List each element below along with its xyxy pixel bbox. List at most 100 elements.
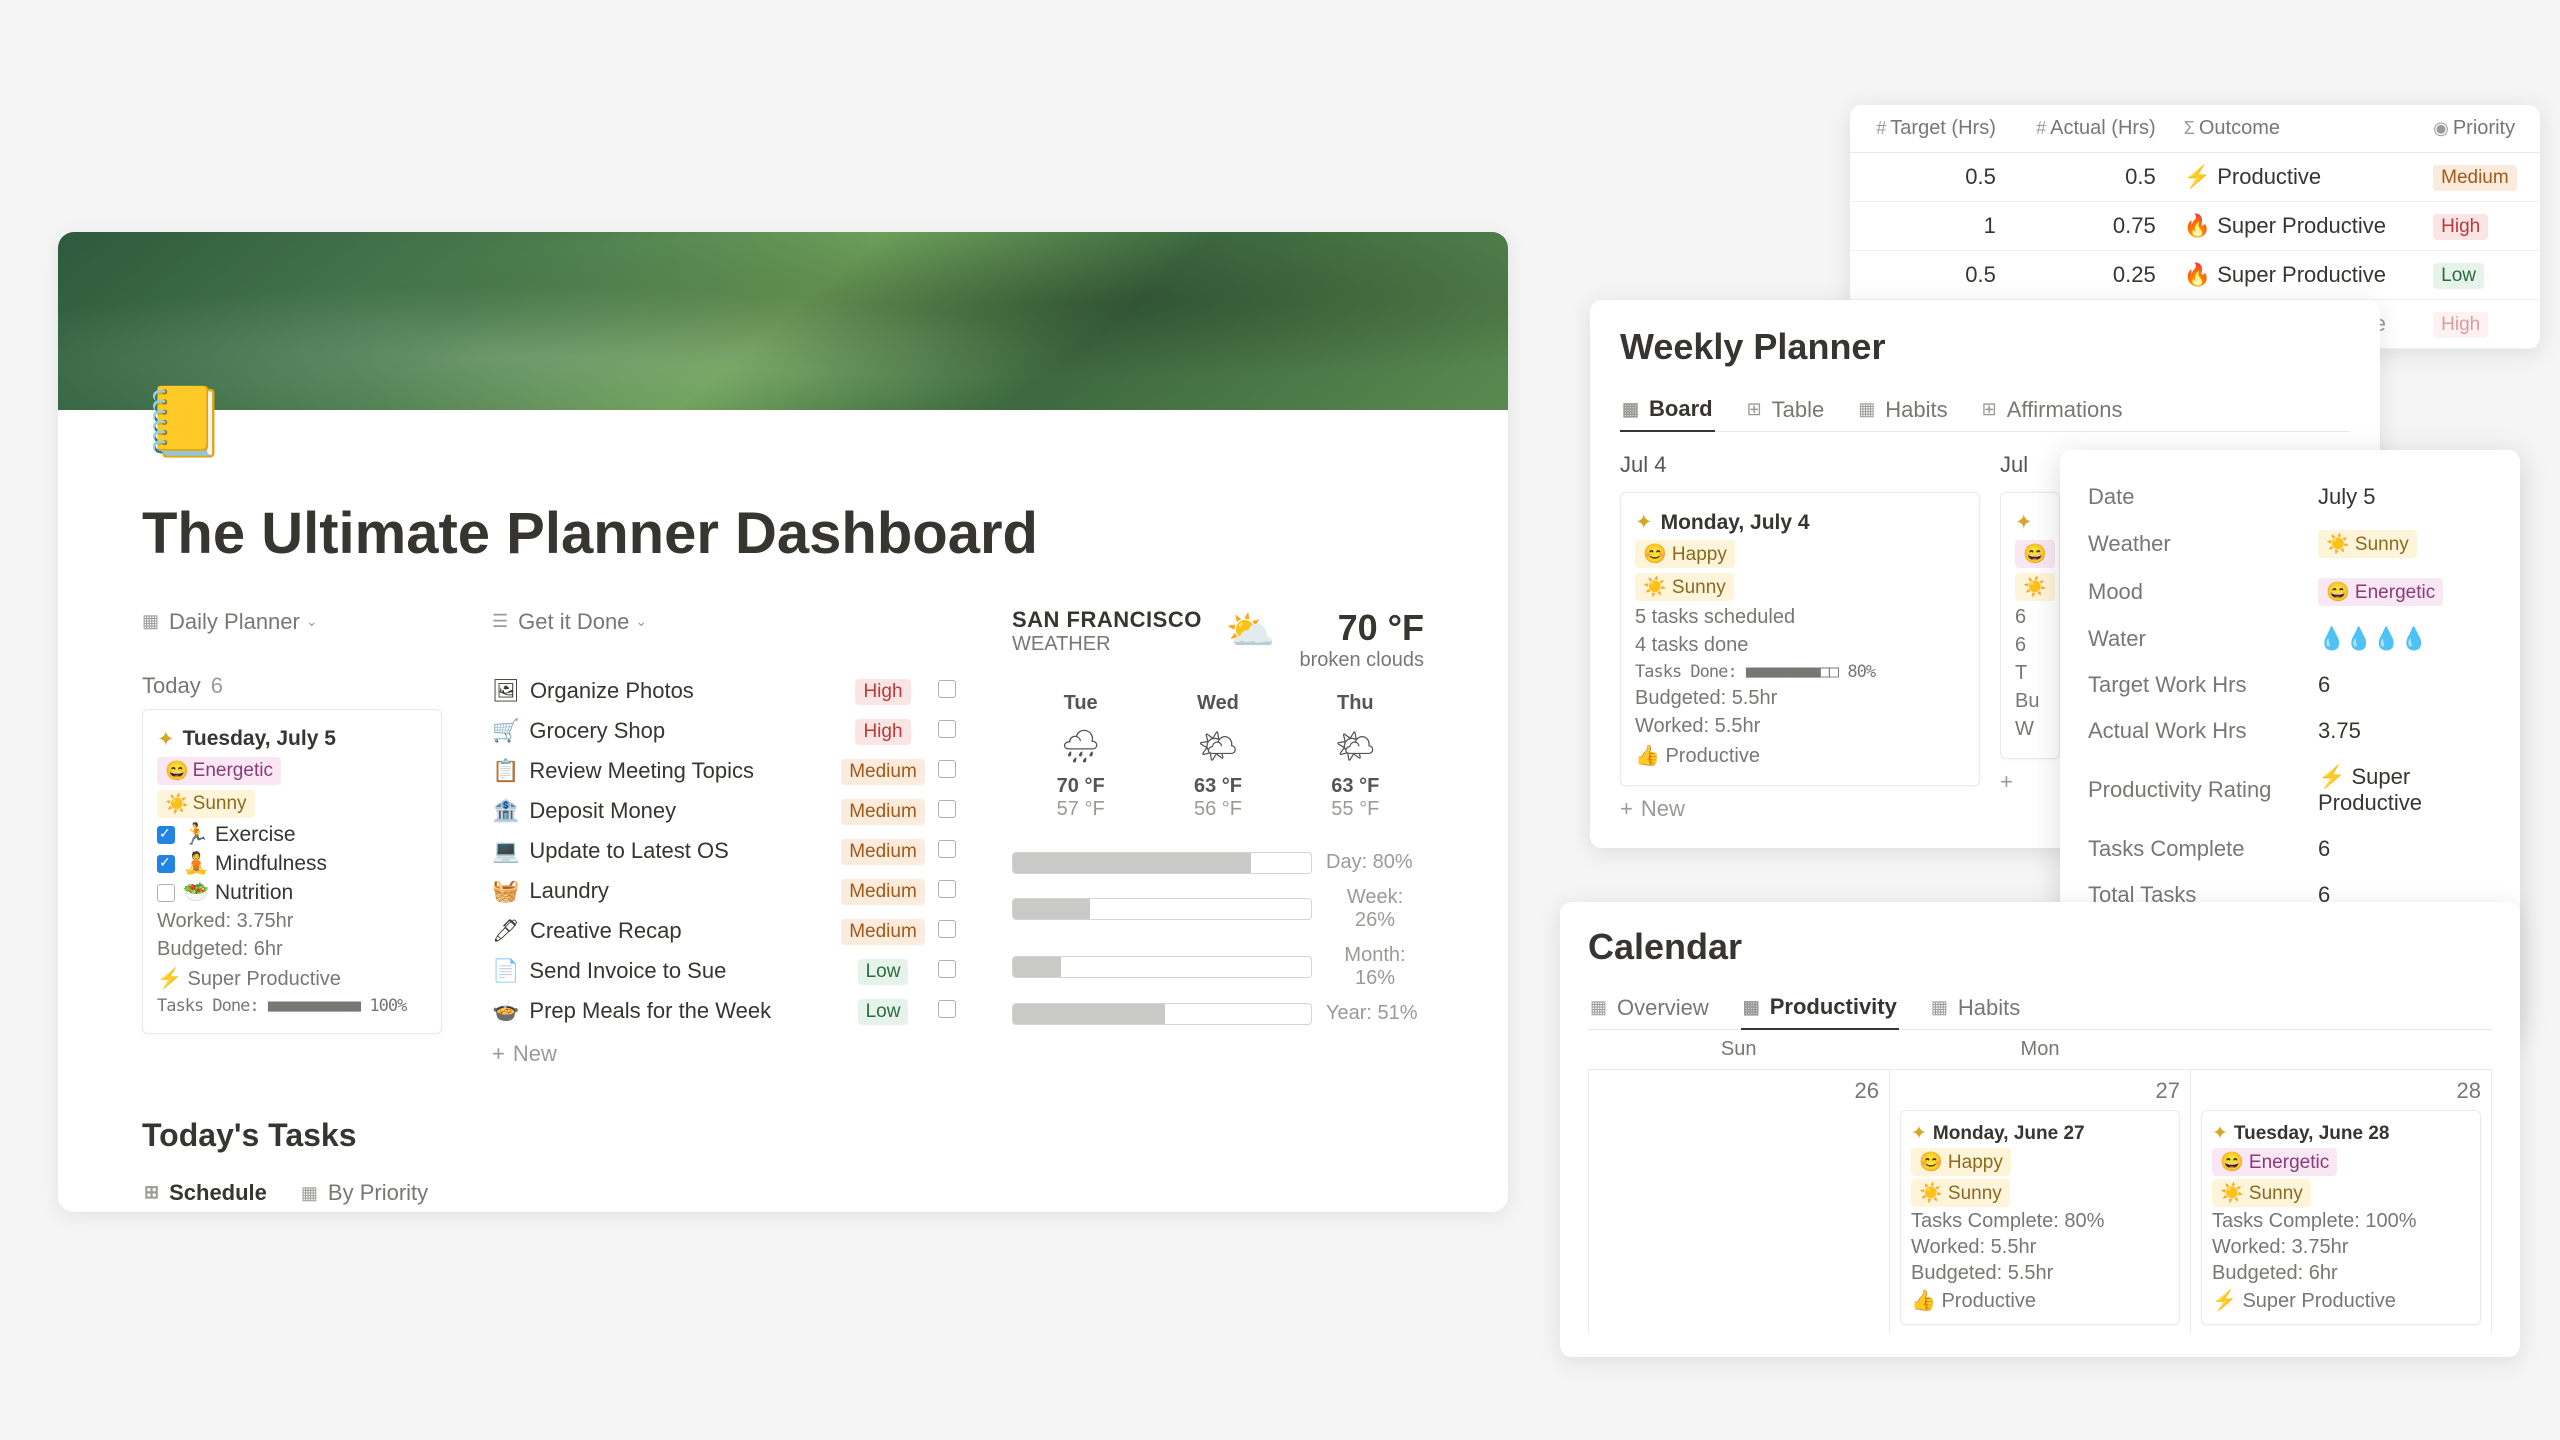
tab-overview[interactable]: ▦Overview xyxy=(1588,986,1711,1029)
table-icon: ⊞ xyxy=(144,1182,159,1203)
task-icon: 🖊 xyxy=(492,918,520,944)
priority-tag: Medium xyxy=(841,839,925,865)
forecast-day: Thu🌤63 °F55 °F xyxy=(1331,692,1379,821)
list-icon: ☰ xyxy=(492,611,508,632)
board-icon: ▦ xyxy=(1622,399,1639,420)
number-icon: # xyxy=(1876,118,1886,138)
task-checkbox[interactable] xyxy=(938,680,956,698)
table-row[interactable]: 0.50.25🔥 Super ProductiveLow xyxy=(1850,251,2540,300)
mood-tag: 😄 Energetic xyxy=(157,757,281,785)
task-checkbox[interactable] xyxy=(938,760,956,778)
task-checkbox[interactable] xyxy=(938,880,956,898)
calendar-icon: ▦ xyxy=(1590,997,1607,1018)
progress-row: Year: 51% xyxy=(1012,1002,1424,1025)
priority-tag: Medium xyxy=(841,759,925,785)
progress-row: Week: 26% xyxy=(1012,886,1424,932)
table-row[interactable]: 10.75🔥 Super ProductiveHigh xyxy=(1850,202,2540,251)
page-icon[interactable]: 📒 xyxy=(142,382,227,462)
number-icon: # xyxy=(2036,118,2046,138)
gallery-icon: ▦ xyxy=(142,611,159,632)
task-icon: 📋 xyxy=(492,758,519,784)
calendar-cell-tue[interactable]: 28 ✦Tuesday, June 28 😄 Energetic ☀️ Sunn… xyxy=(2191,1070,2492,1333)
calendar-icon: ▦ xyxy=(1743,997,1760,1018)
weekly-card-partial[interactable]: ✦ 😄 ☀️ 6 6 T Bu W xyxy=(2000,492,2060,759)
plus-icon: + xyxy=(492,1041,505,1067)
gid-row[interactable]: 🛒Grocery ShopHigh xyxy=(492,711,962,751)
tab-priority[interactable]: ▦By Priority xyxy=(299,1172,430,1213)
gid-row[interactable]: 💻Update to Latest OSMedium xyxy=(492,831,962,871)
spark-icon: ✦ xyxy=(2212,1122,2228,1145)
priority-tag: High xyxy=(855,679,910,705)
tab-productivity[interactable]: ▦Productivity xyxy=(1741,986,1899,1030)
calendar-cell-sun[interactable]: 26 xyxy=(1588,1070,1890,1333)
gid-row[interactable]: 🧺LaundryMedium xyxy=(492,871,962,911)
select-icon: ◉ xyxy=(2433,118,2449,138)
new-weekly-button[interactable]: +New xyxy=(1620,786,1980,822)
task-checkbox[interactable] xyxy=(938,840,956,858)
weather-widget: SAN FRANCISCO WEATHER ⛅ 70 °F broken clo… xyxy=(1012,607,1424,1067)
weather-tag: ☀️ Sunny xyxy=(157,790,255,818)
tab-schedule[interactable]: ⊞Schedule xyxy=(142,1172,269,1213)
tab-affirmations[interactable]: ⊞Affirmations xyxy=(1980,388,2125,431)
tab-habits[interactable]: ▦Habits xyxy=(1856,388,1949,431)
weekly-card-jul4[interactable]: ✦Monday, July 4 😊 Happy ☀️ Sunny 5 tasks… xyxy=(1620,492,1980,786)
weather-icon: ⛅ xyxy=(1226,607,1276,654)
task-icon: 📄 xyxy=(492,958,519,984)
calendar-icon: ▦ xyxy=(1931,997,1948,1018)
task-checkbox[interactable] xyxy=(938,800,956,818)
habit-nutrition-checkbox[interactable] xyxy=(157,884,175,902)
daily-card[interactable]: ✦Tuesday, July 5 😄 Energetic ☀️ Sunny 🏃 … xyxy=(142,709,442,1034)
page-title: The Ultimate Planner Dashboard xyxy=(142,500,1508,567)
calendar-entry-mon[interactable]: ✦Monday, June 27 😊 Happy ☀️ Sunny Tasks … xyxy=(1900,1110,2180,1325)
progress-row: Day: 80% xyxy=(1012,851,1424,874)
table-icon: ⊞ xyxy=(1982,399,1997,420)
gid-row[interactable]: 📋Review Meeting TopicsMedium xyxy=(492,751,962,791)
priority-tag: Medium xyxy=(841,879,925,905)
chevron-down-icon: ⌄ xyxy=(306,613,318,630)
formula-icon: Σ xyxy=(2184,118,2195,138)
new-weekly-button-2[interactable]: + xyxy=(2000,759,2060,795)
gid-row[interactable]: 🏦Deposit MoneyMedium xyxy=(492,791,962,831)
priority-tag: Medium xyxy=(841,919,925,945)
forecast-day: Wed🌤63 °F56 °F xyxy=(1194,692,1242,821)
task-checkbox[interactable] xyxy=(938,1000,956,1018)
task-icon: 🧺 xyxy=(492,878,519,904)
task-checkbox[interactable] xyxy=(938,720,956,738)
task-icon: 🛒 xyxy=(492,718,519,744)
priority-tag: Low xyxy=(858,999,909,1025)
gid-row[interactable]: 🖼Organize PhotosHigh xyxy=(492,671,962,711)
gallery-icon: ▦ xyxy=(1858,399,1875,420)
priority-tag: Low xyxy=(858,959,909,985)
calendar-card: Calendar ▦Overview ▦Productivity ▦Habits… xyxy=(1560,902,2520,1357)
today-group: Today 6 xyxy=(142,673,442,699)
tab-cal-habits[interactable]: ▦Habits xyxy=(1929,986,2022,1029)
habit-mindfulness-checkbox[interactable] xyxy=(157,855,175,873)
cover-image xyxy=(58,232,1508,410)
task-checkbox[interactable] xyxy=(938,920,956,938)
tasks-tabs: ⊞Schedule ▦By Priority xyxy=(142,1172,1424,1213)
table-icon: ⊞ xyxy=(1747,399,1762,420)
get-it-done-view[interactable]: ☰ Get it Done ⌄ xyxy=(492,609,647,635)
habit-exercise-checkbox[interactable] xyxy=(157,826,175,844)
tab-board[interactable]: ▦Board xyxy=(1620,388,1715,432)
daily-planner-view[interactable]: ▦ Daily Planner ⌄ xyxy=(142,609,318,635)
spark-icon: ✦ xyxy=(1911,1122,1927,1145)
tab-table[interactable]: ⊞Table xyxy=(1745,388,1827,431)
spark-icon: ✦ xyxy=(2015,510,2033,535)
table-row[interactable]: 0.50.5⚡ ProductiveMedium xyxy=(1850,153,2540,202)
spark-icon: ✦ xyxy=(157,727,175,752)
calendar-entry-tue[interactable]: ✦Tuesday, June 28 😄 Energetic ☀️ Sunny T… xyxy=(2201,1110,2481,1325)
gid-row[interactable]: 🖊Creative RecapMedium xyxy=(492,911,962,951)
new-task-button[interactable]: +New xyxy=(492,1031,962,1067)
task-icon: 🍲 xyxy=(492,998,519,1024)
task-checkbox[interactable] xyxy=(938,960,956,978)
gid-row[interactable]: 📄Send Invoice to SueLow xyxy=(492,951,962,991)
priority-tag: High xyxy=(855,719,910,745)
chevron-down-icon: ⌄ xyxy=(635,613,647,630)
spark-icon: ✦ xyxy=(1635,510,1653,535)
calendar-cell-mon[interactable]: 27 ✦Monday, June 27 😊 Happy ☀️ Sunny Tas… xyxy=(1890,1070,2191,1333)
dashboard-card: 📒 The Ultimate Planner Dashboard ▦ Daily… xyxy=(58,232,1508,1212)
board-icon: ▦ xyxy=(301,1183,318,1204)
gid-row[interactable]: 🍲Prep Meals for the WeekLow xyxy=(492,991,962,1031)
task-icon: 💻 xyxy=(492,838,519,864)
